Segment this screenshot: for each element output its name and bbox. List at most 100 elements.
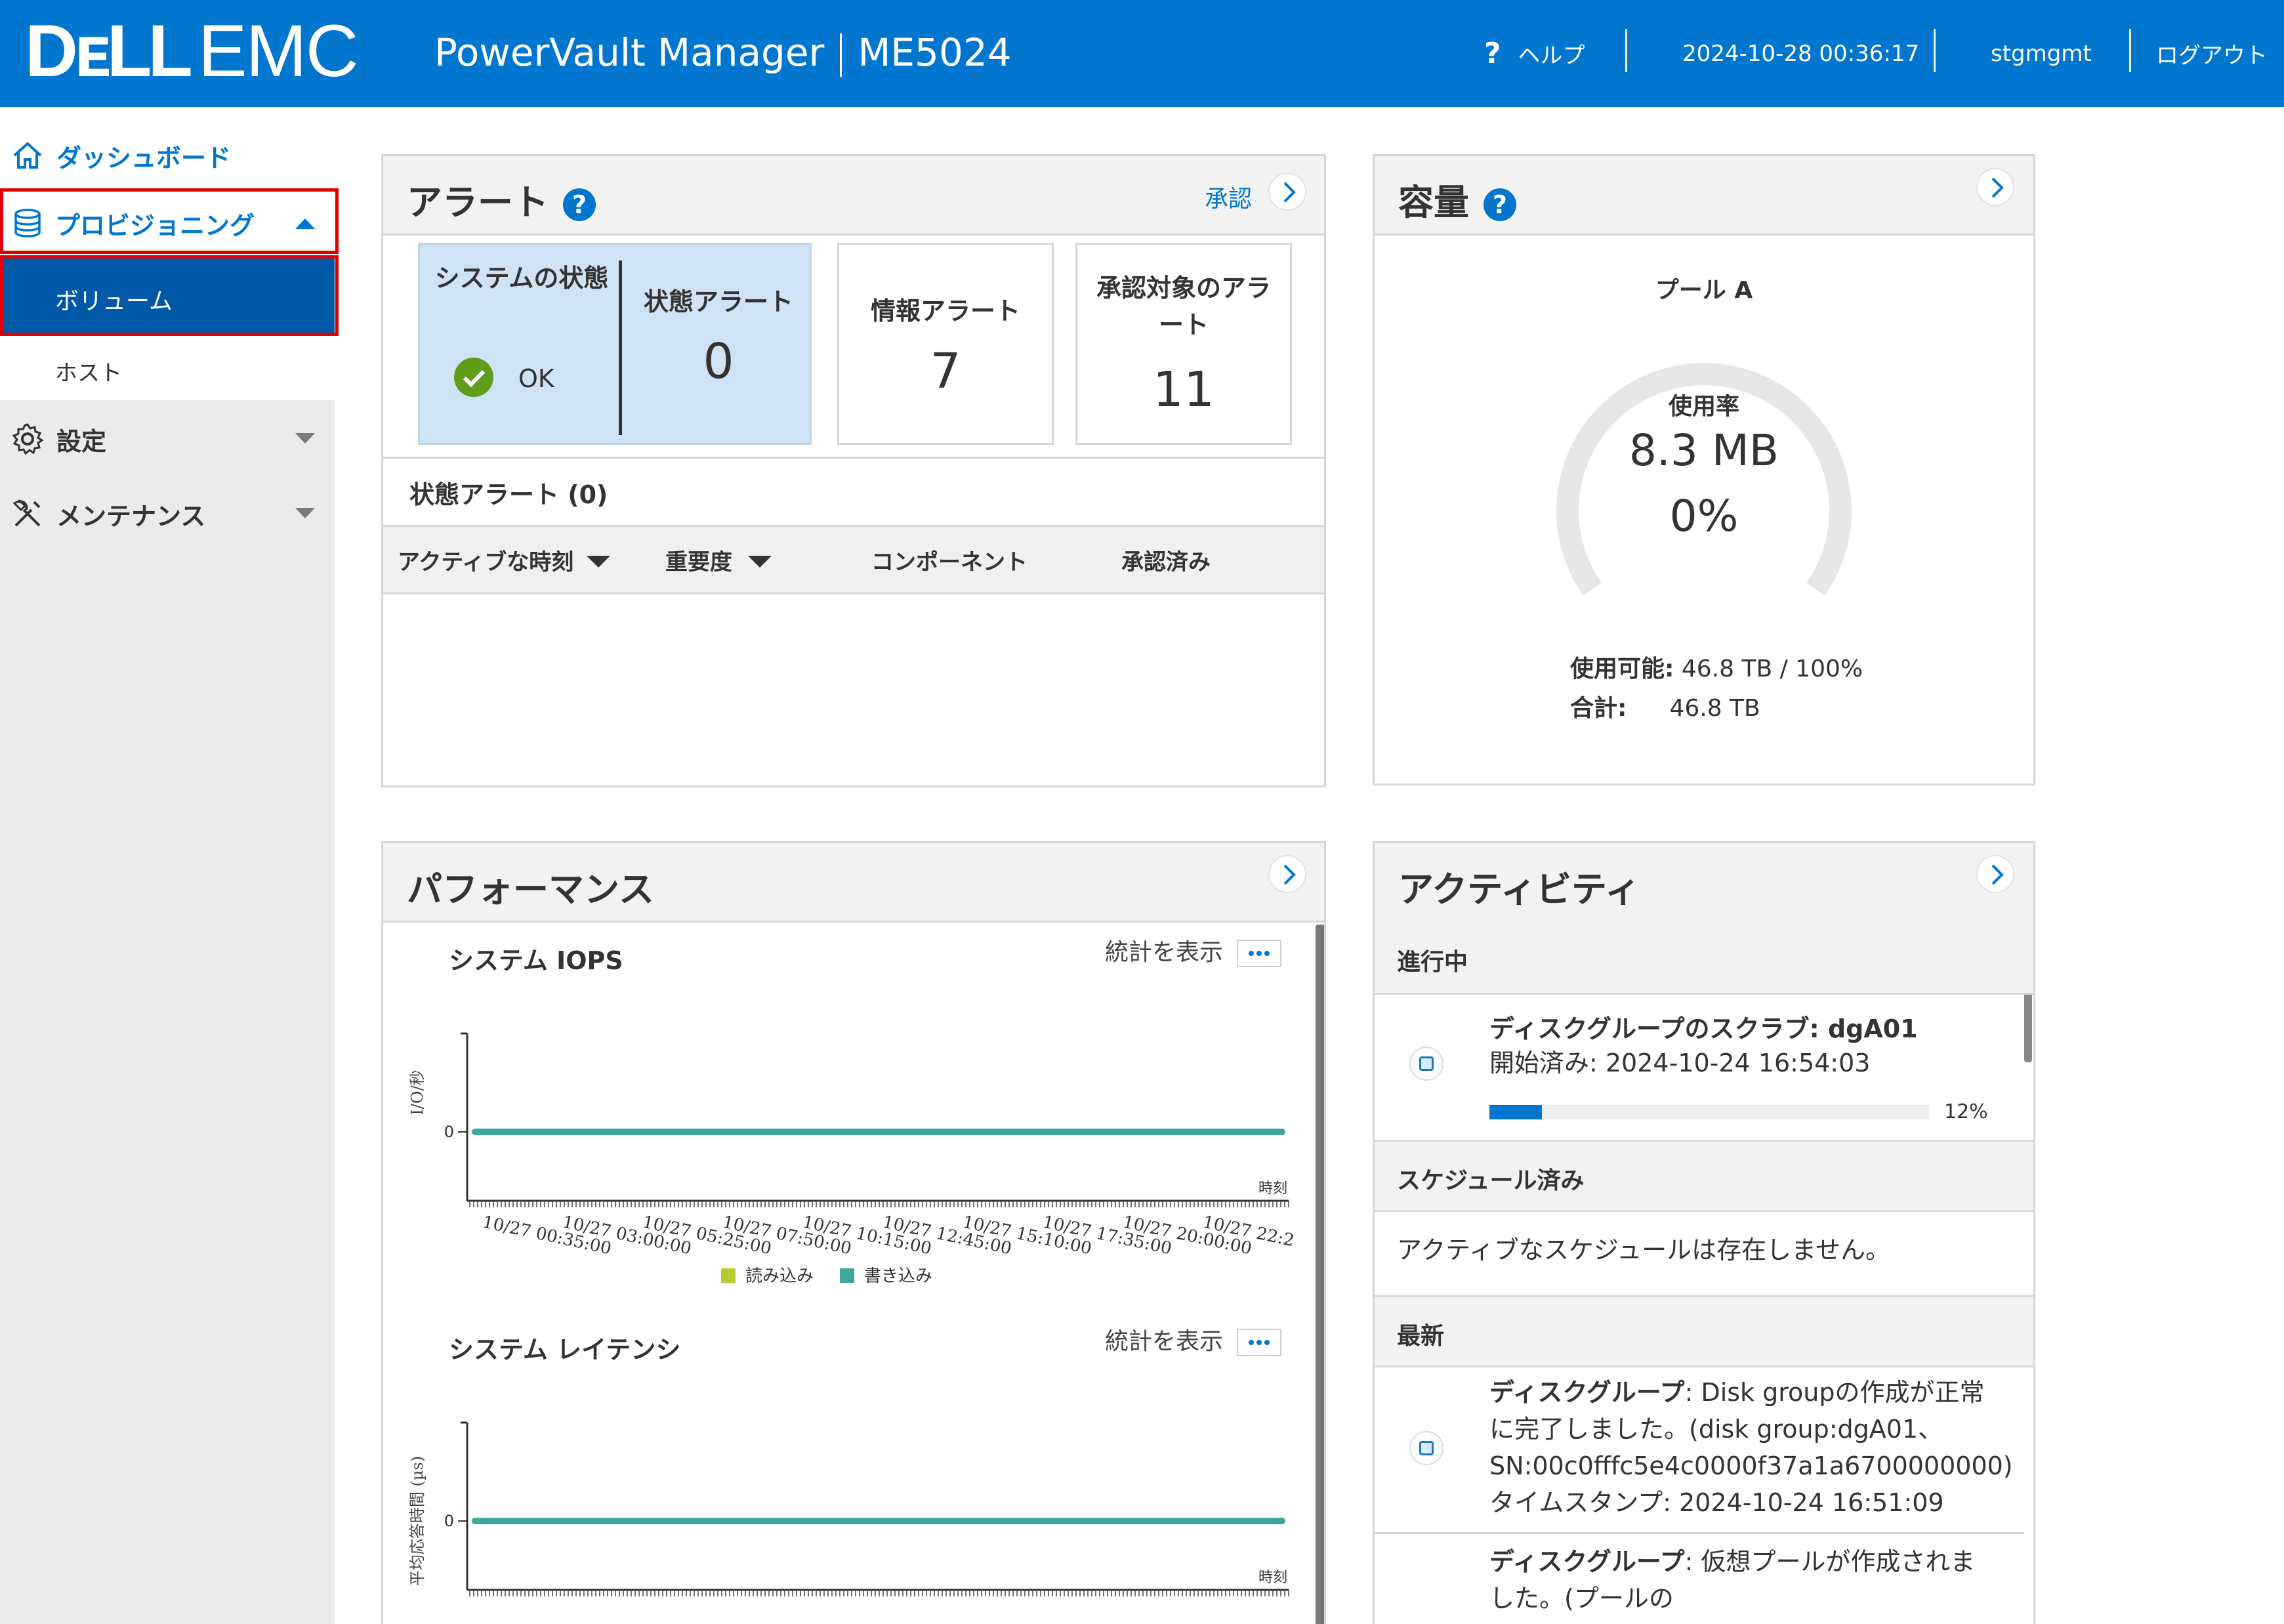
chart-title: システム レイテンシ <box>449 1335 680 1364</box>
performance-scrollbar[interactable] <box>1316 925 1324 1624</box>
highlight-provisioning <box>0 188 339 254</box>
highlight-volumes <box>0 255 339 336</box>
user-name[interactable]: stgmgmt <box>1991 0 2092 107</box>
chevron-right-icon <box>1283 864 1296 885</box>
ellipsis-icon <box>1256 1340 1262 1345</box>
usage-amount: 8.3 MB <box>1629 425 1779 476</box>
dell-emc-logo: DᴇLL EMC <box>25 10 359 92</box>
ellipsis-icon <box>1249 1340 1254 1345</box>
sidebar-item-hosts[interactable]: ホスト <box>0 337 335 398</box>
system-health-label: システムの状態 <box>434 264 609 293</box>
activity-more-button[interactable] <box>1976 855 2014 893</box>
sort-down-icon <box>747 556 772 568</box>
performance-panel: パフォーマンス システム IOPS 統計を表示 I/O/秒 0 時刻 10/27 00:3… <box>381 841 1326 1624</box>
gear-icon <box>12 423 44 455</box>
total-label: 合計: <box>1570 695 1627 722</box>
health-alerts-label: 状態アラート <box>643 287 793 316</box>
job-started: 開始済み: 2024-10-24 16:54:03 <box>1489 1049 1871 1077</box>
alerts-table-header: アクティブな時刻 重要度 コンポーネント 承認済み <box>383 525 1324 594</box>
info-alerts-card[interactable]: 情報アラート 7 <box>837 243 1054 445</box>
recent-item[interactable]: ディスクグループ: 仮想プールが作成されま した。(プールの <box>1375 1534 2024 1624</box>
model-name: ME5024 <box>858 30 1012 75</box>
show-stats-label: 統計を表示 <box>1105 1328 1223 1355</box>
legend-swatch-write <box>840 1268 854 1283</box>
chart-title: システム IOPS <box>449 946 623 975</box>
column-component[interactable]: コンポーネント <box>871 544 1028 576</box>
home-icon <box>13 142 42 169</box>
performance-charts: システム IOPS 統計を表示I/O/秒0時刻10/27 00:35:0010/2… <box>408 939 1296 1596</box>
health-alerts-count: 0 <box>703 333 734 390</box>
chevron-right-icon <box>1991 177 2004 198</box>
product-name: PowerVault Manager <box>434 30 825 75</box>
job-progress-label: 12% <box>1944 1100 1988 1123</box>
performance-more-button[interactable] <box>1268 855 1306 893</box>
unack-alerts-count: 11 <box>1152 362 1215 418</box>
ellipsis-icon <box>1264 951 1270 956</box>
alerts-title: アラート? <box>407 173 596 225</box>
alerts-panel: アラート? 承認 システムの状態 OK 状態アラート 0 情報アラート 7 承認… <box>381 154 1326 787</box>
y-axis-label: 平均応答時間 (µs) <box>408 1456 426 1586</box>
info-alerts-label: 情報アラート <box>870 297 1020 325</box>
total-value: 46.8 TB <box>1669 695 1760 722</box>
usage-percent: 0% <box>1669 491 1739 541</box>
help-label: ヘルプ <box>1518 43 1585 69</box>
recent-item-text: ディスクグループ: 仮想プールが作成されま した。(プールの <box>1489 1547 1976 1613</box>
system-health-card[interactable]: システムの状態 OK 状態アラート 0 <box>418 243 812 445</box>
chevron-down-icon <box>295 433 315 444</box>
help-icon[interactable]: ? <box>563 188 596 222</box>
alerts-more-button[interactable] <box>1268 173 1306 211</box>
sidebar-label-dashboard: ダッシュボード <box>56 143 232 173</box>
sidebar-label-maintenance: メンテナンス <box>56 501 206 531</box>
x-axis-label: 時刻 <box>1258 1180 1287 1197</box>
check-circle-icon <box>454 358 493 397</box>
sidebar-item-dashboard[interactable]: ダッシュボード <box>0 129 335 182</box>
capacity-title: 容量? <box>1398 173 1516 225</box>
datetime-display: 2024-10-28 00:36:17 <box>1682 40 1920 67</box>
sort-down-icon <box>587 556 611 568</box>
unack-alerts-card[interactable]: 承認対象のアラート 11 <box>1075 243 1292 445</box>
no-schedules-text: アクティブなスケジュールは存在しません。 <box>1397 1236 1891 1264</box>
product-title: PowerVault Manager ME5024 <box>434 26 1012 79</box>
sidebar-label-settings: 設定 <box>56 427 107 456</box>
activity-panel: アクティビティ 進行中 ディスクグループのスクラブ: dgA01 開始済み: 2… <box>1373 841 2035 1624</box>
disk-group-icon <box>1409 1431 1443 1465</box>
recent-item-text: ディスクグループ: Disk groupの作成が正常 に完了しました。(disk… <box>1489 1378 2013 1517</box>
sidebar-item-maintenance[interactable]: メンテナンス <box>0 481 335 547</box>
alerts-list-title: 状態アラート (0) <box>409 480 608 509</box>
section-scheduled: スケジュール済み <box>1375 1140 2033 1212</box>
sidebar-item-settings[interactable]: 設定 <box>0 406 335 472</box>
help-link[interactable]: ? ヘルプ <box>1484 0 1585 107</box>
acknowledge-link[interactable]: 承認 <box>1205 180 1252 214</box>
job-title: ディスクグループのスクラブ: dgA01 <box>1489 1014 1918 1043</box>
column-severity[interactable]: 重要度 <box>665 544 773 576</box>
recent-item[interactable]: ディスクグループ: Disk groupの作成が正常 に完了しました。(disk… <box>1375 1366 2024 1534</box>
help-icon[interactable]: ? <box>1484 188 1516 222</box>
activity-title: アクティビティ <box>1398 869 1640 910</box>
chevron-right-icon <box>1283 182 1296 203</box>
ellipsis-icon <box>1249 951 1254 956</box>
column-acknowledged[interactable]: 承認済み <box>1121 544 1211 576</box>
sidebar-label-hosts: ホスト <box>55 360 122 386</box>
chevron-right-icon <box>1991 864 2004 885</box>
available-label: 使用可能: <box>1570 656 1674 682</box>
legend-swatch-read <box>721 1268 736 1283</box>
unack-alerts-label: 承認対象のアラート <box>1096 274 1271 339</box>
capacity-panel: 容量? プール A 使用率 8.3 MB 0% 使用可能: 46.8 TB / … <box>1373 154 2035 785</box>
disk-group-icon <box>1409 1047 1443 1081</box>
help-icon: ? <box>1484 37 1501 70</box>
y-tick-label: 0 <box>444 1512 454 1530</box>
total-row: 合計: 46.8 TB <box>1570 689 1760 723</box>
job-progress-bar <box>1489 1105 1929 1119</box>
tools-icon <box>12 499 41 527</box>
chevron-down-icon <box>295 508 315 518</box>
ellipsis-icon <box>1264 1340 1270 1345</box>
section-in-progress: 進行中 <box>1375 921 2033 995</box>
column-active-time[interactable]: アクティブな時刻 <box>398 544 612 576</box>
show-stats-label: 統計を表示 <box>1105 939 1223 966</box>
info-alerts-count: 7 <box>930 343 961 400</box>
job-progress-fill <box>1489 1105 1543 1119</box>
legend-label-write: 書き込み <box>864 1266 932 1286</box>
top-banner: DᴇLL EMC PowerVault Manager ME5024 ? ヘルプ 2… <box>0 0 2284 107</box>
capacity-more-button[interactable] <box>1976 168 2014 206</box>
logout-link[interactable]: ログアウト <box>2156 0 2268 107</box>
